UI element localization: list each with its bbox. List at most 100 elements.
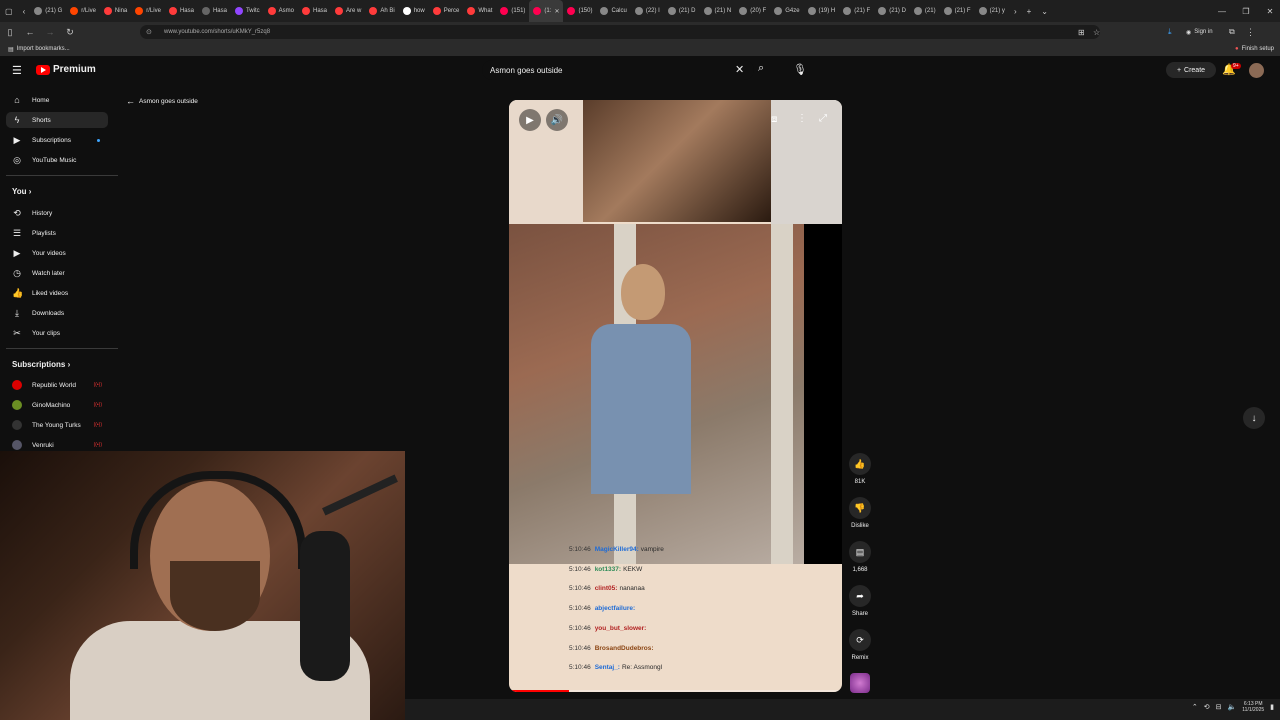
browser-tab[interactable]: (21) F: [940, 0, 975, 22]
sidebar-item-shorts[interactable]: ϟ Shorts: [6, 112, 108, 128]
remix-button[interactable]: ⟳ Remix: [848, 629, 872, 661]
browser-tab[interactable]: Twitc: [231, 0, 264, 22]
clock[interactable]: 6:13 PM 11/1/2025: [1242, 701, 1264, 713]
tray-sync-icon[interactable]: ⟲: [1204, 703, 1210, 711]
sidebar-item-history[interactable]: ⟲ History: [6, 205, 108, 221]
sidebar-item-subscriptions[interactable]: ▶ Subscriptions: [6, 132, 108, 148]
like-button[interactable]: 👍 81K: [848, 453, 872, 485]
browser-tab[interactable]: Nina: [100, 0, 131, 22]
browser-tab[interactable]: (21) G: [30, 0, 66, 22]
browser-tab[interactable]: r/Live: [131, 0, 165, 22]
bookmark-star-icon[interactable]: ☆: [1093, 28, 1100, 37]
tray-volume-icon[interactable]: 🔈: [1228, 703, 1237, 711]
browser-tab[interactable]: Ah Bi: [365, 0, 398, 22]
browser-tab[interactable]: Calcu: [596, 0, 630, 22]
sidebar-item-liked-videos[interactable]: 👍 Liked videos: [6, 285, 108, 301]
sound-thumbnail[interactable]: [850, 673, 870, 693]
signin-button[interactable]: ◉ Sign in: [1186, 29, 1213, 36]
notification-center-icon[interactable]: ▮: [1270, 703, 1274, 711]
site-info-icon[interactable]: ⊙: [146, 28, 152, 36]
extensions-icon[interactable]: ⧉: [1229, 27, 1235, 37]
sidebar-item-playlists[interactable]: ☰ Playlists: [6, 225, 108, 241]
sidebar-item-your-videos[interactable]: ▶ Your videos: [6, 245, 108, 261]
browser-tab[interactable]: (150): [563, 0, 596, 22]
next-short-button[interactable]: ↓: [1243, 407, 1265, 429]
sidebar-subscription-item[interactable]: Republic World ((•)): [6, 377, 108, 393]
browser-tab[interactable]: (151): [496, 0, 529, 22]
browser-tab[interactable]: (21) D: [874, 0, 910, 22]
microphone-icon[interactable]: 🎙: [793, 63, 807, 76]
search-input[interactable]: Asmon goes outside: [482, 60, 754, 80]
sidebar-toggle-icon[interactable]: ▯: [0, 27, 20, 38]
browser-tab[interactable]: Hasa: [298, 0, 331, 22]
hamburger-menu-icon[interactable]: ☰: [12, 64, 22, 77]
browser-tab[interactable]: Asmo: [264, 0, 298, 22]
sidebar-item-downloads[interactable]: ⤓ Downloads: [6, 305, 108, 321]
volume-button[interactable]: 🔊: [546, 109, 568, 131]
tab-search-icon[interactable]: ▢: [0, 7, 18, 16]
browser-tab[interactable]: What: [463, 0, 496, 22]
browser-menu-icon[interactable]: ⋮: [1246, 27, 1255, 38]
play-button[interactable]: ▶: [519, 109, 541, 131]
tray-network-icon[interactable]: ⊟: [1216, 703, 1222, 711]
dislike-label: Dislike: [851, 523, 869, 529]
channel-avatar: [12, 440, 22, 450]
install-app-icon[interactable]: ⊞: [1078, 28, 1085, 37]
browser-tab[interactable]: Hasa: [198, 0, 231, 22]
sidebar-item-watch-later[interactable]: ◷ Watch later: [6, 265, 108, 281]
back-icon[interactable]: ←: [20, 27, 40, 37]
browser-tab[interactable]: (21) D: [664, 0, 700, 22]
captions-icon[interactable]: ⧈: [771, 114, 777, 125]
share-button[interactable]: ➦ Share: [848, 585, 872, 617]
browser-tab[interactable]: (21) y: [975, 0, 1009, 22]
tab-scroll-left-icon[interactable]: ‹: [18, 7, 31, 16]
url-field[interactable]: ⊙ www.youtube.com/shorts/uKMkY_r5zq8: [140, 25, 1100, 39]
browser-tab[interactable]: (21) F: [839, 0, 874, 22]
sidebar-item-home[interactable]: ⌂ Home: [6, 92, 108, 108]
back-arrow-icon[interactable]: ←: [126, 96, 135, 106]
browser-tab[interactable]: Perce: [429, 0, 464, 22]
browser-tab[interactable]: (21) N: [700, 0, 736, 22]
sidebar-item-label: Subscriptions: [32, 136, 72, 144]
search-icon[interactable]: ⌕: [758, 62, 764, 75]
browser-tab[interactable]: (20) F: [735, 0, 770, 22]
finish-setup-link[interactable]: ● Finish setup: [1235, 46, 1274, 52]
fullscreen-icon[interactable]: ⤢: [819, 113, 827, 124]
browser-tab[interactable]: (19) H: [804, 0, 840, 22]
reload-icon[interactable]: ↻: [60, 27, 80, 38]
video-progress-bar[interactable]: [509, 690, 842, 692]
browser-tab[interactable]: r/Live: [66, 0, 100, 22]
tab-list-icon[interactable]: ⌄: [1036, 7, 1053, 16]
new-tab-icon[interactable]: +: [1022, 7, 1037, 16]
close-window-icon[interactable]: ✕: [1256, 0, 1280, 22]
sidebar-you-header[interactable]: You ›: [12, 187, 31, 196]
create-button[interactable]: + Create: [1166, 62, 1216, 78]
browser-tab[interactable]: (21): [910, 0, 940, 22]
browser-tab[interactable]: (22) I: [631, 0, 664, 22]
download-icon[interactable]: ⤓: [1168, 27, 1172, 37]
tab-scroll-right-icon[interactable]: ›: [1009, 7, 1022, 16]
shorts-video-player[interactable]: ▶ 🔊 ⧈ ⋮ ⤢ 5:10:46 MagicKiller94: vampire 5:…: [509, 100, 842, 692]
sidebar-item-youtube-music[interactable]: ◎ YouTube Music: [6, 152, 108, 168]
browser-tab[interactable]: how: [399, 0, 429, 22]
account-avatar[interactable]: [1249, 63, 1264, 78]
youtube-logo[interactable]: Premium: [36, 64, 96, 75]
sidebar-subscription-item[interactable]: The Young Turks ((•)): [6, 417, 108, 433]
more-options-icon[interactable]: ⋮: [797, 113, 807, 124]
sidebar-item-your-clips[interactable]: ✂ Your clips: [6, 325, 108, 341]
browser-tab[interactable]: Hasa: [165, 0, 198, 22]
cam-mic-arm: [322, 474, 398, 516]
comments-button[interactable]: ▤ 1,668: [848, 541, 872, 573]
sidebar-subscription-item[interactable]: GinoMachino ((•)): [6, 397, 108, 413]
browser-tab[interactable]: G4ze: [770, 0, 803, 22]
import-bookmarks-link[interactable]: ▤ Import bookmarks...: [8, 46, 70, 53]
tab-label: Hasa: [179, 8, 194, 14]
clear-search-icon[interactable]: ✕: [735, 63, 744, 76]
sidebar-subscriptions-header[interactable]: Subscriptions ›: [12, 360, 70, 369]
browser-tab[interactable]: (1: ✕: [529, 0, 564, 22]
dislike-button[interactable]: 👎 Dislike: [848, 497, 872, 529]
forward-icon[interactable]: →: [40, 27, 60, 37]
browser-tab[interactable]: Are w: [331, 0, 365, 22]
tray-chevron-icon[interactable]: ⌃: [1192, 703, 1198, 711]
tab-close-icon[interactable]: ✕: [554, 8, 559, 15]
